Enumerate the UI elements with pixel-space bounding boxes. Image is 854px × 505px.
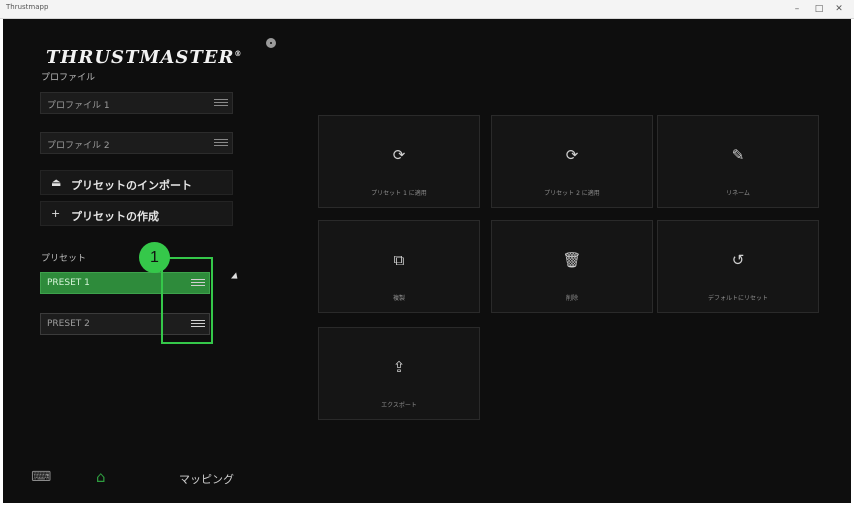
import-icon: ⏏ xyxy=(51,176,62,189)
home-icon[interactable]: ⌂ xyxy=(96,468,106,486)
tile-duplicate[interactable]: ⧉ 複製 xyxy=(318,220,480,313)
logo-text: THRUSTMASTER xyxy=(46,47,235,68)
brand-logo: THRUSTMASTER® xyxy=(46,47,242,68)
sync-icon: ⟳ xyxy=(565,146,579,164)
window-titlebar: Thrustmapp – □ ✕ xyxy=(0,0,854,19)
tile-apply-preset-2[interactable]: ⟳ プリセット 2 に適用 xyxy=(491,115,653,208)
sync-icon: ⟳ xyxy=(392,146,406,164)
tile-label: プリセット 1 に適用 xyxy=(371,190,427,197)
copy-icon: ⧉ xyxy=(393,251,405,269)
app-window: THRUSTMASTER® プロファイル プロファイル 1 プロファイル 2 ⏏… xyxy=(3,19,851,503)
annotation-highlight-box xyxy=(161,257,213,344)
profiles-section-label: プロファイル xyxy=(41,73,96,83)
create-preset-button[interactable]: + プリセットの作成 xyxy=(40,201,233,226)
tile-label: 複製 xyxy=(392,295,405,302)
trash-icon: 🗑 xyxy=(562,251,582,269)
profile-item-label: プロファイル 1 xyxy=(47,101,110,111)
settings-gear-icon[interactable] xyxy=(266,38,276,48)
maximize-button[interactable]: □ xyxy=(810,2,828,16)
logo-mark: ® xyxy=(234,49,243,58)
edit-icon: ✎ xyxy=(731,146,745,164)
profile-item-2[interactable]: プロファイル 2 xyxy=(40,132,233,154)
preset-item-label: PRESET 2 xyxy=(47,319,90,329)
annotation-badge: 1 xyxy=(139,242,170,273)
tile-label: デフォルトにリセット xyxy=(707,295,768,302)
import-preset-button[interactable]: ⏏ プリセットのインポート xyxy=(40,170,233,195)
mapping-nav-item[interactable]: マッピング xyxy=(179,471,234,487)
mouse-cursor-icon xyxy=(231,272,240,282)
hamburger-menu-icon[interactable] xyxy=(214,137,228,149)
import-preset-label: プリセットのインポート xyxy=(71,179,192,192)
tile-delete[interactable]: 🗑 削除 xyxy=(491,220,653,313)
tile-rename[interactable]: ✎ リネーム xyxy=(657,115,819,208)
tile-label: リネーム xyxy=(726,190,750,197)
tile-label: プリセット 2 に適用 xyxy=(544,190,600,197)
tile-label: エクスポート xyxy=(381,402,417,409)
reset-icon: ↺ xyxy=(731,251,745,269)
window-title: Thrustmapp xyxy=(6,3,49,11)
export-icon: ⇪ xyxy=(392,358,406,376)
create-preset-label: プリセットの作成 xyxy=(71,210,159,223)
profile-item-1[interactable]: プロファイル 1 xyxy=(40,92,233,114)
minimize-button[interactable]: – xyxy=(788,2,806,16)
tile-apply-preset-1[interactable]: ⟳ プリセット 1 に適用 xyxy=(318,115,480,208)
hamburger-menu-icon[interactable] xyxy=(214,97,228,109)
tile-reset-default[interactable]: ↺ デフォルトにリセット xyxy=(657,220,819,313)
presets-section-label: プリセット xyxy=(41,254,87,264)
tile-export[interactable]: ⇪ エクスポート xyxy=(318,327,480,420)
tile-label: 削除 xyxy=(565,295,578,302)
close-button[interactable]: ✕ xyxy=(830,2,848,16)
preset-item-label: PRESET 1 xyxy=(47,278,90,288)
plus-icon: + xyxy=(51,207,61,220)
profile-item-label: プロファイル 2 xyxy=(47,141,110,151)
device-icon[interactable]: ⌨ xyxy=(31,469,51,485)
